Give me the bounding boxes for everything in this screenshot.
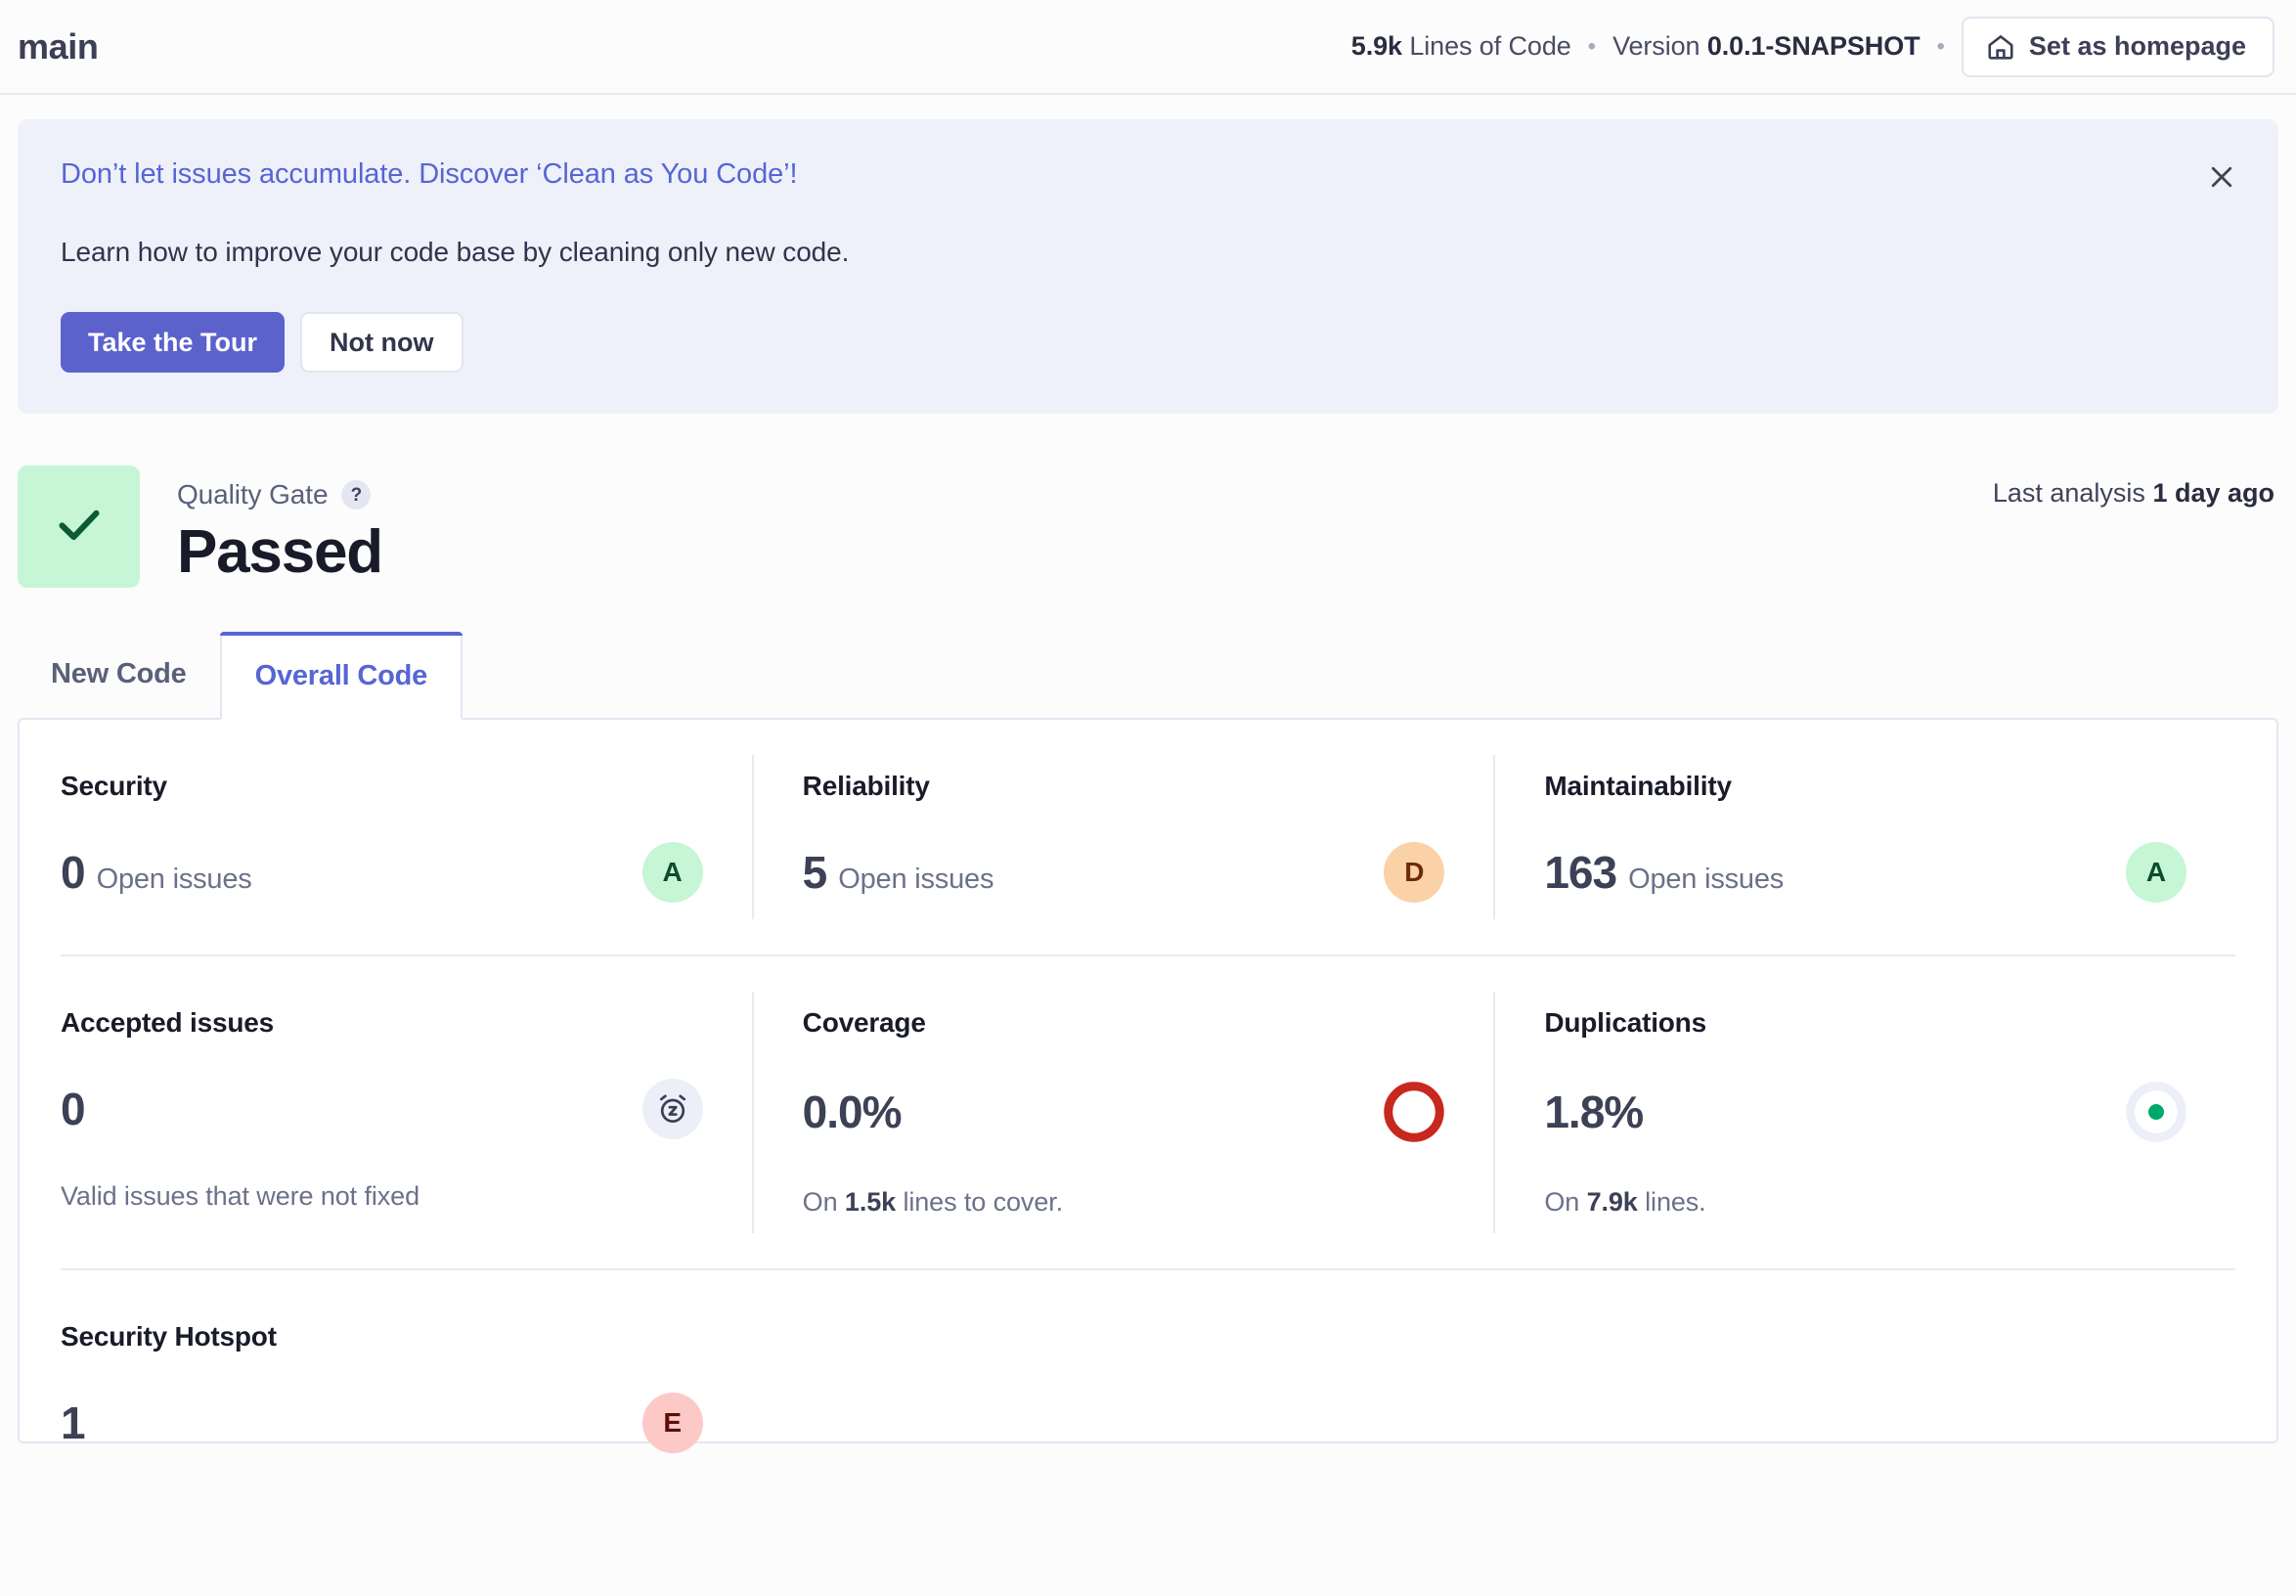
metric-coverage-sub: On 1.5k lines to cover. <box>803 1187 1494 1218</box>
metric-coverage-main: 0.0% <box>803 1078 1494 1146</box>
quality-gate-status-badge <box>18 466 140 588</box>
metric-coverage-sub-suffix: lines to cover. <box>903 1187 1064 1217</box>
metric-security-unit: Open issues <box>96 863 252 895</box>
metric-security[interactable]: Security 0 Open issues A <box>61 720 752 954</box>
metrics-row-hotspots: Security Hotspot 1 E <box>61 1270 2235 1505</box>
metric-accepted-issues[interactable]: Accepted issues 0 Valid issues that were… <box>61 956 752 1268</box>
metric-duplications-sub: On 7.9k lines. <box>1544 1187 2235 1218</box>
take-the-tour-button[interactable]: Take the Tour <box>61 312 286 373</box>
metric-maintainability-value: 163 <box>1544 846 1617 898</box>
home-icon <box>1986 32 2015 62</box>
metric-coverage-title: Coverage <box>802 1007 926 1038</box>
quality-gate-summary: Quality Gate ? Passed <box>18 466 383 588</box>
help-icon[interactable]: ? <box>341 480 372 510</box>
metric-hotspot-filler-2 <box>1493 1270 2235 1505</box>
metric-duplications-title: Duplications <box>1544 1007 1706 1038</box>
maintainability-rating-badge[interactable]: A <box>2126 842 2187 903</box>
metric-maintainability-main: 163 Open issues A <box>1544 841 2235 904</box>
metric-reliability-unit: Open issues <box>838 863 994 895</box>
metric-maintainability[interactable]: Maintainability 163 Open issues A <box>1493 720 2235 954</box>
version-stat: Version 0.0.1-SNAPSHOT <box>1612 31 1921 62</box>
metrics-row-issues: Security 0 Open issues A Reliability 5 O… <box>61 720 2235 956</box>
metric-coverage-value: 0.0% <box>802 1086 903 1137</box>
metric-security-hotspot-title: Security Hotspot <box>61 1321 277 1352</box>
version-label: Version <box>1612 31 1700 61</box>
metric-accepted-issues-main: 0 <box>61 1078 752 1140</box>
coverage-donut-icon <box>1380 1078 1448 1146</box>
quality-gate-row: Quality Gate ? Passed Last analysis 1 da… <box>0 414 2296 588</box>
metric-duplications-sub-value: 7.9k <box>1586 1187 1638 1217</box>
metric-duplications-main: 1.8% <box>1544 1078 2235 1146</box>
metric-duplications[interactable]: Duplications 1.8% On 7.9k lines. <box>1493 956 2235 1268</box>
metric-security-hotspot-value: 1 <box>61 1397 86 1448</box>
security-hotspot-rating-badge[interactable]: E <box>641 1393 703 1453</box>
metrics-card: Security 0 Open issues A Reliability 5 O… <box>18 718 2278 1453</box>
metric-reliability-main: 5 Open issues D <box>803 841 1494 904</box>
metric-security-hotspot[interactable]: Security Hotspot 1 E <box>61 1270 752 1505</box>
metrics-row-quality: Accepted issues 0 Valid issues that were… <box>61 956 2235 1270</box>
project-overview-page: main 5.9k Lines of Code • Version 0.0.1-… <box>0 0 2296 1596</box>
metric-duplications-sub-prefix: On <box>1544 1187 1580 1217</box>
metric-security-main: 0 Open issues A <box>61 841 752 904</box>
metric-coverage-sub-value: 1.5k <box>844 1187 897 1217</box>
metric-duplications-value: 1.8% <box>1544 1086 1644 1137</box>
duplications-donut-icon <box>2122 1078 2190 1146</box>
last-analysis-label: Last analysis <box>1992 478 2145 508</box>
metric-maintainability-title: Maintainability <box>1544 771 1732 801</box>
check-icon <box>52 497 107 556</box>
snooze-icon <box>641 1079 703 1139</box>
metric-security-hotspot-main: 1 E <box>61 1392 752 1454</box>
quality-gate-label-row: Quality Gate ? <box>177 479 382 510</box>
lines-of-code-stat: 5.9k Lines of Code <box>1351 31 1571 62</box>
reliability-rating-badge[interactable]: D <box>1384 842 1445 903</box>
metric-accepted-issues-value: 0 <box>61 1084 86 1134</box>
close-icon <box>2207 162 2236 195</box>
metric-accepted-issues-sub: Valid issues that were not fixed <box>61 1181 419 1211</box>
banner-actions: Take the Tour Not now <box>61 312 2235 373</box>
quality-gate-text: Quality Gate ? Passed <box>177 466 383 587</box>
last-analysis: Last analysis 1 day ago <box>1993 478 2274 509</box>
metric-maintainability-unit: Open issues <box>1628 863 1785 895</box>
quality-gate-label: Quality Gate <box>177 479 329 510</box>
tab-overall-code[interactable]: Overall Code <box>219 632 464 720</box>
metric-reliability-title: Reliability <box>802 771 930 801</box>
meta-separator-1: • <box>1587 32 1597 60</box>
lines-of-code-label: Lines of Code <box>1409 31 1571 61</box>
set-as-homepage-label: Set as homepage <box>2028 31 2246 61</box>
metric-hotspot-filler-1 <box>752 1270 1494 1505</box>
last-analysis-value: 1 day ago <box>2152 478 2274 508</box>
quality-gate-status: Passed <box>177 518 383 586</box>
metric-maintainability-value-group: 163 Open issues <box>1544 850 1784 896</box>
promo-banner-wrapper: Don’t let issues accumulate. Discover ‘C… <box>0 95 2296 414</box>
tab-new-code[interactable]: New Code <box>18 630 220 718</box>
meta-separator-2: • <box>1936 32 1945 60</box>
metric-reliability[interactable]: Reliability 5 Open issues D <box>751 720 1494 954</box>
metric-accepted-issues-title: Accepted issues <box>61 1007 274 1038</box>
metric-security-value: 0 <box>61 846 86 898</box>
lines-of-code-value: 5.9k <box>1350 31 1402 61</box>
metric-reliability-value: 5 <box>802 846 828 898</box>
banner-title: Don’t let issues accumulate. Discover ‘C… <box>61 158 798 190</box>
set-as-homepage-button[interactable]: Set as homepage <box>1961 16 2274 77</box>
banner-description: Learn how to improve your code base by c… <box>61 237 850 267</box>
security-rating-badge[interactable]: A <box>641 842 703 903</box>
top-bar-meta: 5.9k Lines of Code • Version 0.0.1-SNAPS… <box>1351 16 2274 77</box>
metric-security-value-group: 0 Open issues <box>61 850 252 896</box>
metric-security-title: Security <box>61 771 167 801</box>
promo-banner: Don’t let issues accumulate. Discover ‘C… <box>18 119 2278 414</box>
close-banner-button[interactable] <box>2200 156 2243 200</box>
branch-name: main <box>18 25 99 66</box>
metric-coverage[interactable]: Coverage 0.0% On 1.5k lines to cover. <box>751 956 1494 1268</box>
metric-reliability-value-group: 5 Open issues <box>803 850 994 896</box>
top-bar: main 5.9k Lines of Code • Version 0.0.1-… <box>0 0 2296 95</box>
metric-duplications-sub-suffix: lines. <box>1645 1187 1706 1217</box>
metric-coverage-sub-prefix: On <box>802 1187 838 1217</box>
code-scope-tabs: New Code Overall Code <box>0 630 2296 720</box>
not-now-button[interactable]: Not now <box>300 312 464 373</box>
version-value: 0.0.1-SNAPSHOT <box>1706 31 1921 61</box>
